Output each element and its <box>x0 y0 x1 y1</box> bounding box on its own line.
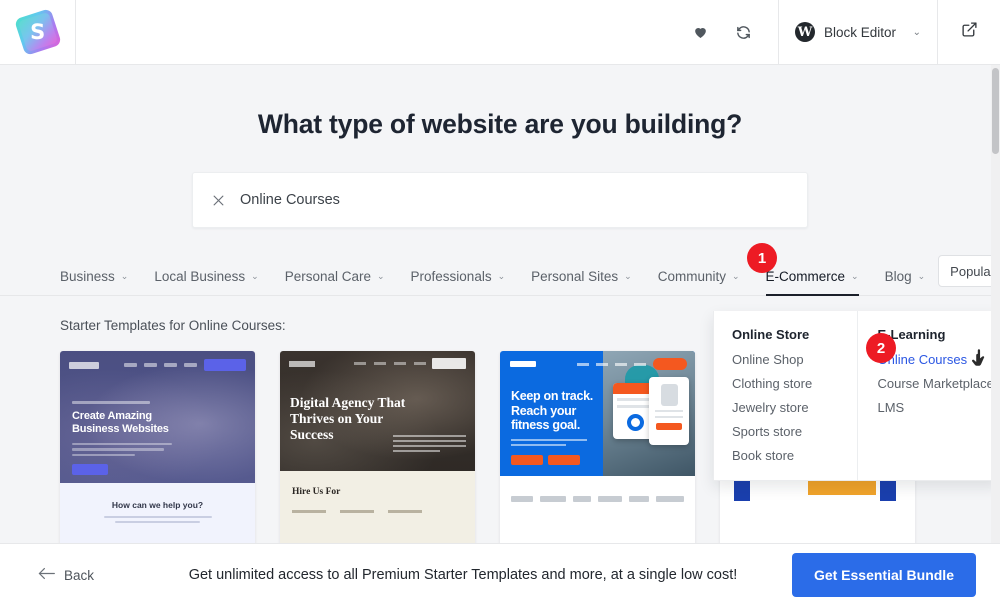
mock-nav <box>69 359 246 371</box>
mock-logo-strip <box>500 476 695 543</box>
editor-selector[interactable]: W Block Editor ⌄ <box>778 0 938 64</box>
back-label: Back <box>64 567 95 583</box>
dropdown-item-online-shop[interactable]: Online Shop <box>732 352 857 367</box>
mock-paragraph <box>511 439 587 449</box>
template-card-business[interactable]: Create Amazing Business Websites How can… <box>60 351 255 543</box>
chevron-down-icon: ⌄ <box>251 270 259 281</box>
tab-professionals[interactable]: Professionals ⌄ <box>398 268 519 296</box>
tab-local-business[interactable]: Local Business ⌄ <box>141 268 271 296</box>
search-field[interactable]: Online Courses <box>192 172 808 228</box>
mock-logo <box>510 361 536 367</box>
pointer-hand-cursor <box>971 348 990 375</box>
tab-label: Personal Sites <box>531 268 619 284</box>
chevron-down-icon: ⌄ <box>917 270 926 281</box>
starter-templates-logo: S <box>13 8 62 56</box>
mock-logo <box>69 361 99 369</box>
mock-links <box>354 362 426 365</box>
page-title: What type of website are you building? <box>257 109 743 139</box>
header-icon-group <box>692 0 778 64</box>
sort-label: Popular <box>950 263 995 279</box>
mock-paragraph <box>103 516 212 523</box>
tab-label: E-Commerce <box>765 268 846 284</box>
tab-personal-sites[interactable]: Personal Sites ⌄ <box>518 268 645 296</box>
tab-personal-care[interactable]: Personal Care ⌄ <box>272 268 398 296</box>
mock-product-card <box>649 377 689 445</box>
template-card-agency[interactable]: Digital Agency That Thrives on Your Succ… <box>280 351 475 543</box>
step-badge-2: 2 <box>866 333 896 363</box>
dropdown-heading: E-Learning <box>877 327 946 342</box>
template-lower-heading: How can we help you? <box>111 500 204 510</box>
template-card-fitness[interactable]: Keep on track. Reach your fitness goal. <box>500 351 695 543</box>
e-commerce-dropdown-panel: Online Store Online Shop Clothing store … <box>713 311 1000 481</box>
template-hero: Create Amazing Business Websites <box>60 351 255 483</box>
mock-logo <box>289 360 315 367</box>
external-link-icon <box>961 21 978 43</box>
external-link-button[interactable] <box>938 0 1000 64</box>
tab-community[interactable]: Community ⌄ <box>645 268 753 296</box>
scrollbar-thumb[interactable] <box>992 68 999 154</box>
wordpress-icon: W <box>795 22 815 42</box>
template-hero: Digital Agency That Thrives on Your Succ… <box>280 351 475 471</box>
tab-label: Professionals <box>410 268 492 284</box>
tab-label: Business <box>60 268 115 284</box>
dropdown-item-course-marketplace[interactable]: Course Marketplace <box>878 376 1000 391</box>
mock-nav <box>510 358 687 370</box>
editor-label: Block Editor <box>824 24 897 40</box>
dropdown-item-sports-store[interactable]: Sports store <box>732 424 857 439</box>
header-spacer <box>76 0 692 64</box>
template-lower: Hire Us For <box>280 471 475 543</box>
dropdown-item-jewelry-store[interactable]: Jewelry store <box>732 400 857 415</box>
close-icon[interactable] <box>211 193 226 208</box>
tab-label: Community <box>657 268 726 284</box>
chevron-down-icon: ⌄ <box>851 270 859 281</box>
template-lower: How can we help you? <box>60 483 255 543</box>
mock-paragraph <box>72 442 177 457</box>
back-button[interactable]: Back <box>24 567 94 583</box>
chevron-down-icon: ⌄ <box>624 270 632 281</box>
mock-cta-group <box>511 455 580 465</box>
template-hero-heading: Create Amazing Business Websites <box>72 410 169 436</box>
heart-icon[interactable] <box>692 24 709 40</box>
dropdown-item-lms[interactable]: LMS <box>878 400 1000 415</box>
vertical-scrollbar[interactable] <box>991 65 1000 543</box>
mock-cta <box>72 464 108 476</box>
mock-paragraph <box>393 435 466 455</box>
chevron-down-icon: ⌄ <box>120 270 129 281</box>
get-essential-bundle-button[interactable]: Get Essential Bundle <box>791 553 976 597</box>
chevron-down-icon: ⌄ <box>497 270 506 281</box>
search-input[interactable]: Online Courses <box>240 192 340 208</box>
refresh-icon[interactable] <box>735 24 752 41</box>
mock-kicker <box>72 401 150 404</box>
mock-hero-body: Create Amazing Business Websites <box>72 401 177 476</box>
promo-text: Get unlimited access to all Premium Star… <box>188 567 738 583</box>
category-tabs: Business ⌄ Local Business ⌄ Personal Car… <box>0 254 1000 296</box>
mock-links <box>124 359 246 371</box>
tab-label: Personal Care <box>284 268 371 284</box>
dropdown-column-online-store: Online Store Online Shop Clothing store … <box>714 311 857 480</box>
arrow-left-icon <box>38 567 55 583</box>
dropdown-item-book-store[interactable]: Book store <box>732 448 857 463</box>
tab-label: Local Business <box>154 268 246 284</box>
tab-business[interactable]: Business ⌄ <box>60 268 141 296</box>
logo-letter: S <box>29 19 46 44</box>
template-lower-heading: Hire Us For <box>292 487 341 497</box>
logo-cell: S <box>0 0 76 64</box>
tab-e-commerce[interactable]: E-Commerce ⌄ <box>753 268 872 296</box>
dropdown-heading: Online Store <box>732 327 810 342</box>
app-footer: Back Get unlimited access to all Premium… <box>0 543 1000 606</box>
tab-blog[interactable]: Blog ⌄ <box>872 268 939 296</box>
mock-links <box>577 358 687 370</box>
dropdown-item-clothing-store[interactable]: Clothing store <box>732 376 857 391</box>
template-hero: Keep on track. Reach your fitness goal. <box>500 351 695 476</box>
step-badge-1: 1 <box>747 243 777 273</box>
mock-nav <box>289 358 466 369</box>
template-hero-heading: Keep on track. Reach your fitness goal. <box>511 389 593 433</box>
app-header: S W Block Editor ⌄ <box>0 0 1000 65</box>
starter-templates-app: S W Block Editor ⌄ What type of website … <box>0 0 1000 606</box>
chevron-down-icon: ⌄ <box>731 270 740 281</box>
mock-columns <box>292 510 463 513</box>
tab-label: Blog <box>884 268 912 284</box>
chevron-down-icon: ⌄ <box>912 26 921 38</box>
chevron-down-icon: ⌄ <box>376 270 385 281</box>
